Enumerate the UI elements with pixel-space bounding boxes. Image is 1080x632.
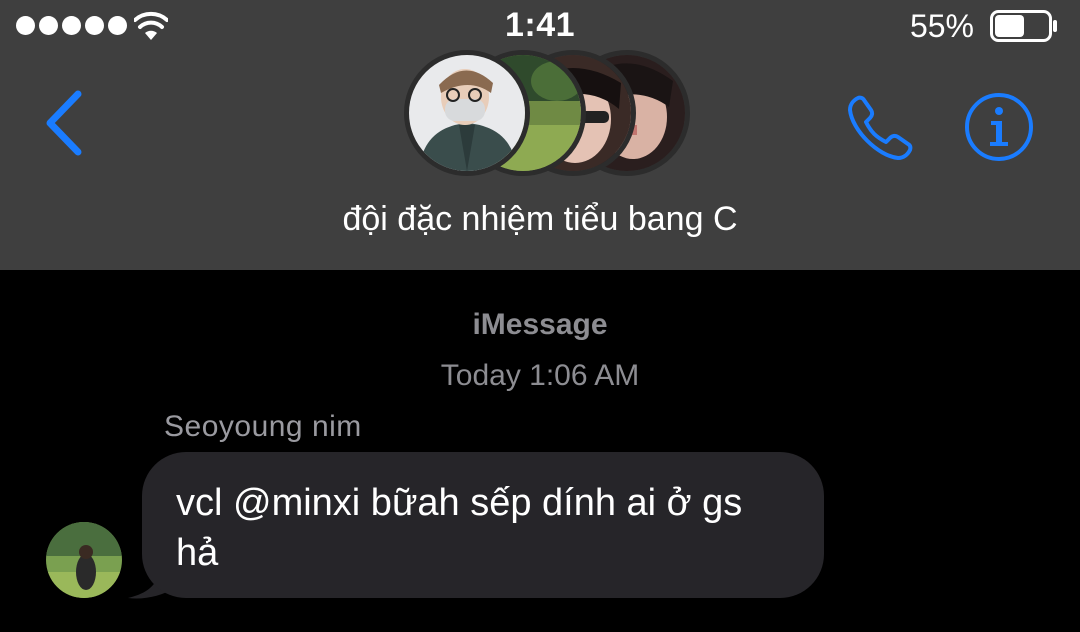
group-member-avatar <box>404 50 530 176</box>
info-icon <box>965 93 1033 161</box>
info-button[interactable] <box>962 90 1036 164</box>
phone-icon <box>848 95 913 160</box>
group-avatar-stack[interactable] <box>404 50 690 178</box>
message-text: vcl @minxi bữah sếp dính ai ở gs hả <box>176 482 743 574</box>
sender-name: Seoyoung nim <box>164 410 362 443</box>
chevron-left-icon <box>46 90 82 156</box>
phone-button[interactable] <box>844 90 918 164</box>
messages-screen: 1:41 55% đội đặc nhiệm tiểu bang C iMess… <box>0 0 1080 632</box>
battery-percentage: 55% <box>909 8 974 44</box>
message-timestamp: Today 1:06 AM <box>440 359 640 392</box>
back-button[interactable] <box>36 88 96 158</box>
sender-avatar[interactable] <box>46 522 122 598</box>
battery-icon <box>990 10 1057 42</box>
status-bar: 1:41 55% <box>0 0 1080 52</box>
service-label: iMessage <box>472 308 608 341</box>
conversation-title[interactable]: đội đặc nhiệm tiểu bang C <box>0 200 1080 239</box>
message-bubble[interactable]: vcl @minxi bữah sếp dính ai ở gs hả <box>142 452 824 598</box>
conversation-header: 1:41 55% đội đặc nhiệm tiểu bang C <box>0 0 1080 270</box>
